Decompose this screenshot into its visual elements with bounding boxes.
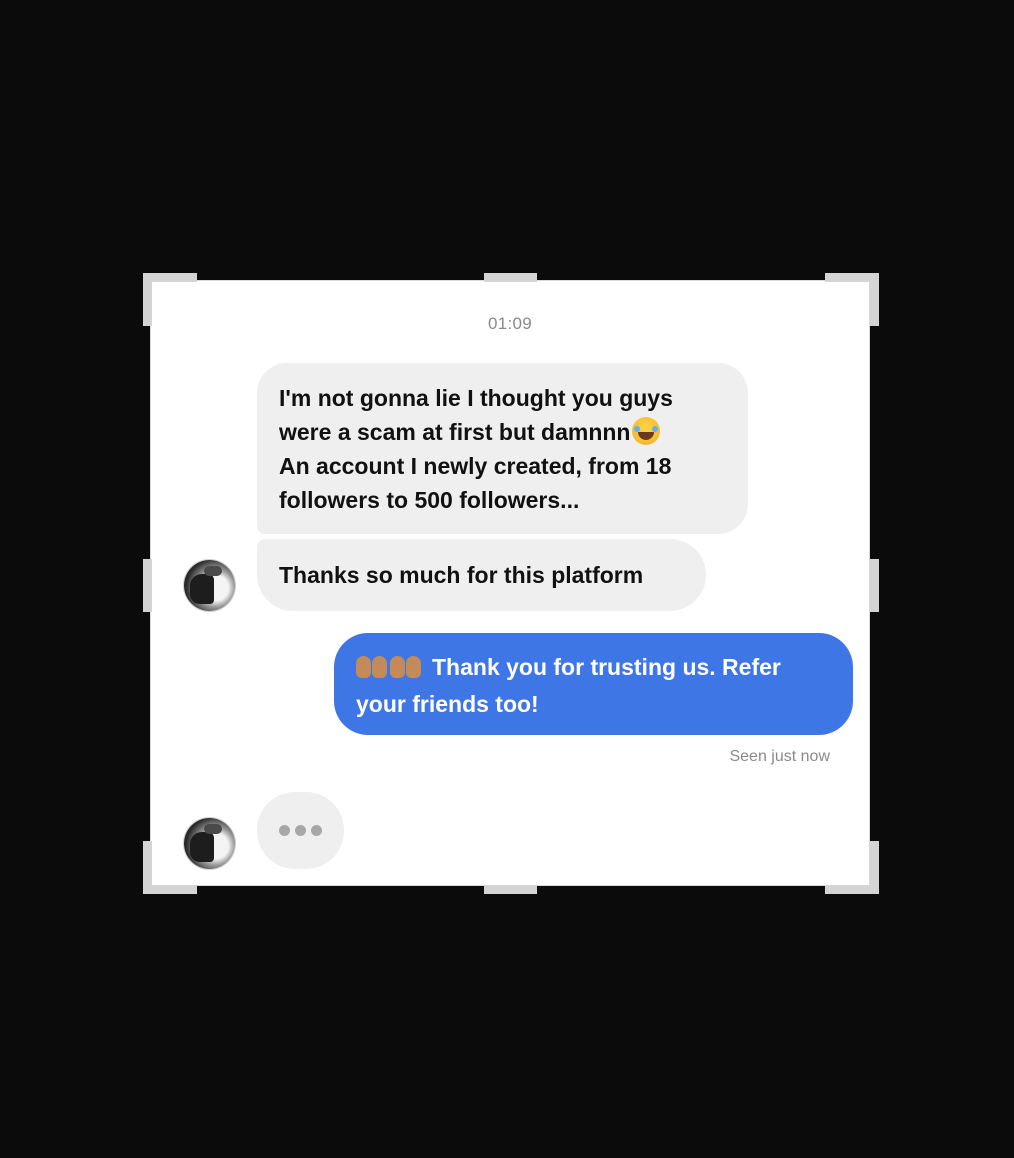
crop-handle-top-right-vertical[interactable]	[870, 273, 879, 326]
crop-handle-bottom-edge[interactable]	[484, 885, 537, 894]
message-line: An account I newly created, from 18	[279, 453, 672, 479]
message-line-text: were a scam at first but damnnn	[279, 419, 631, 445]
sender-avatar[interactable]	[184, 560, 235, 611]
message-line-with-emoji: were a scam at first but damnnn	[279, 415, 726, 449]
seen-status: Seen just now	[729, 748, 830, 765]
palms-up-emoji-icon	[356, 653, 424, 687]
crop-handle-left-edge[interactable]	[143, 559, 152, 612]
typing-indicator	[257, 792, 344, 869]
palms-up-emoji-icon	[356, 654, 388, 678]
crop-handle-top-edge[interactable]	[484, 273, 537, 282]
typing-dot-icon	[295, 825, 306, 836]
crop-handle-right-edge[interactable]	[870, 559, 879, 612]
typing-dot-icon	[311, 825, 322, 836]
crop-handle-bottom-right-vertical[interactable]	[870, 841, 879, 894]
message-line-text: Thank you for trusting us. Refer	[432, 654, 781, 680]
message-line: your friends too!	[356, 691, 539, 717]
typing-dot-icon	[279, 825, 290, 836]
incoming-message-bubble[interactable]: I'm not gonna lie I thought you guys wer…	[257, 363, 748, 534]
incoming-message-bubble[interactable]: Thanks so much for this platform	[257, 539, 706, 611]
palms-up-emoji-icon	[390, 654, 422, 678]
message-timestamp: 01:09	[487, 314, 533, 333]
laughing-emoji-icon	[632, 417, 661, 445]
message-text: Thanks so much for this platform	[279, 562, 644, 588]
message-line: I'm not gonna lie I thought you guys	[279, 385, 673, 411]
sender-avatar[interactable]	[184, 818, 235, 869]
outgoing-message-bubble[interactable]: Thank you for trusting us. Refer your fr…	[334, 633, 853, 735]
screenshot-stage: 01:09 I'm not gonna lie I thought you gu…	[0, 0, 1014, 1158]
message-line-with-emoji: Thank you for trusting us. Refer	[356, 650, 831, 687]
crop-handle-bottom-left-vertical[interactable]	[143, 841, 152, 894]
message-line: followers to 500 followers...	[279, 487, 580, 513]
